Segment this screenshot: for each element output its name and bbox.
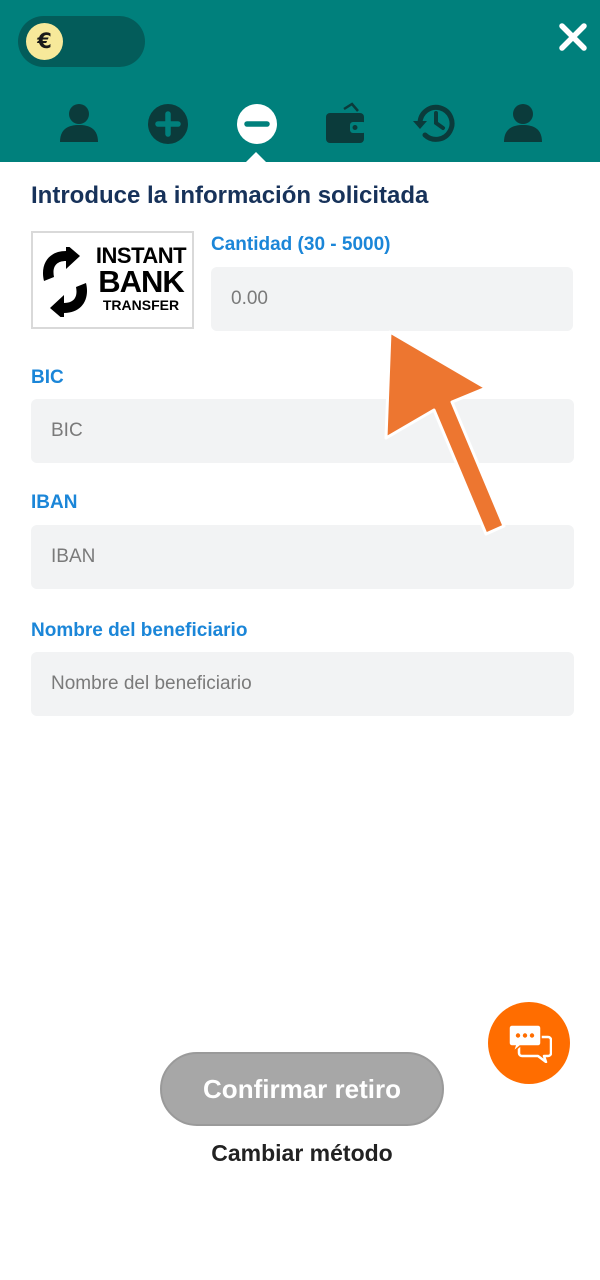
- close-button[interactable]: [556, 20, 590, 54]
- bic-label: BIC: [31, 367, 64, 388]
- chat-bubbles-icon: [508, 1024, 552, 1063]
- currency-toggle[interactable]: €: [18, 16, 145, 67]
- profile-icon: [60, 104, 98, 142]
- history-icon: [413, 104, 455, 142]
- wallet-icon: [326, 102, 366, 143]
- logo-line-transfer: TRANSFER: [102, 297, 180, 313]
- change-method-link[interactable]: Cambiar método: [0, 1140, 600, 1167]
- nav-profile[interactable]: [57, 101, 101, 145]
- chat-button[interactable]: [488, 1002, 570, 1084]
- active-tab-indicator: [246, 152, 266, 162]
- logo-line-bank: BANK: [98, 264, 185, 299]
- euro-icon: €: [26, 23, 63, 60]
- confirm-withdrawal-button[interactable]: Confirmar retiro: [160, 1052, 444, 1126]
- deposit-plus-icon: [148, 104, 188, 144]
- top-header: €: [0, 0, 600, 162]
- beneficiary-label: Nombre del beneficiario: [31, 620, 248, 641]
- nav-more[interactable]: [588, 101, 600, 145]
- nav-withdraw[interactable]: [235, 101, 279, 145]
- more-chevron-icon: [588, 101, 600, 145]
- amount-label: Cantidad (30 - 5000): [211, 234, 391, 255]
- form-title: Introduce la información solicitada: [31, 182, 429, 209]
- nav-account[interactable]: [501, 101, 545, 145]
- beneficiary-input[interactable]: [31, 652, 574, 716]
- instant-bank-transfer-logo: INSTANT BANK TRANSFER: [31, 231, 194, 329]
- nav-history[interactable]: [413, 101, 457, 145]
- account-icon: [504, 104, 542, 142]
- transfer-arrows-icon: [43, 247, 87, 317]
- iban-label: IBAN: [31, 492, 78, 513]
- withdraw-minus-icon: [237, 104, 277, 144]
- annotation-arrow-icon: [384, 330, 506, 536]
- close-icon: [559, 23, 587, 51]
- nav-deposit[interactable]: [146, 101, 190, 145]
- nav-wallet[interactable]: [324, 101, 368, 145]
